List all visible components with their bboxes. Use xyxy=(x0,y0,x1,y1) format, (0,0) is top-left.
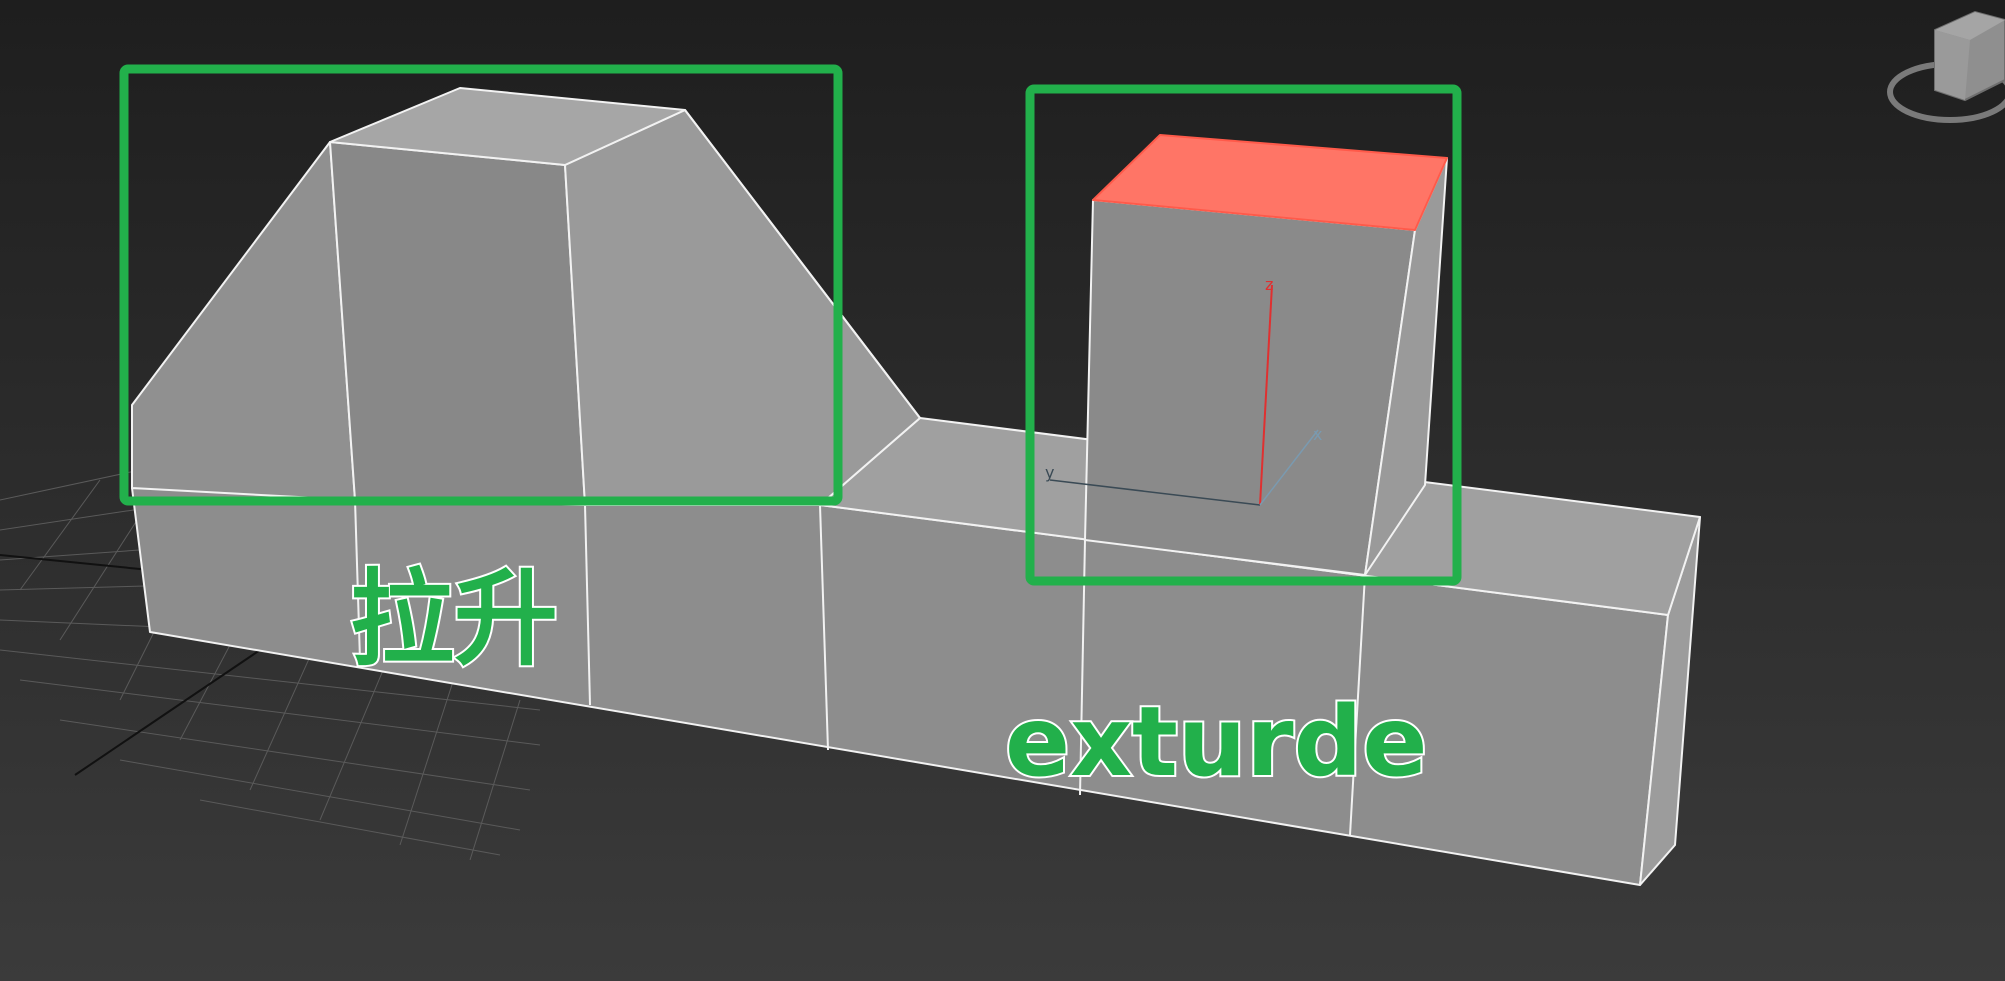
gizmo-x-label: x xyxy=(1313,425,1322,444)
lift-label: 拉升 xyxy=(350,558,558,680)
lifted-front-left[interactable] xyxy=(329,141,586,506)
extrude-label: exturde xyxy=(1005,686,1427,798)
3d-viewport[interactable]: z x y 拉升 exturde 左 xyxy=(0,0,2005,981)
viewport-canvas[interactable]: z x y 拉升 exturde 左 xyxy=(0,0,2005,981)
viewcube-face-label: 左 xyxy=(1945,54,1963,75)
gizmo-z-label: z xyxy=(1265,275,1273,294)
gizmo-y-label: y xyxy=(1045,463,1054,482)
extruded-front-face[interactable] xyxy=(1084,199,1416,576)
extruded-mesh[interactable] xyxy=(1084,134,1448,576)
